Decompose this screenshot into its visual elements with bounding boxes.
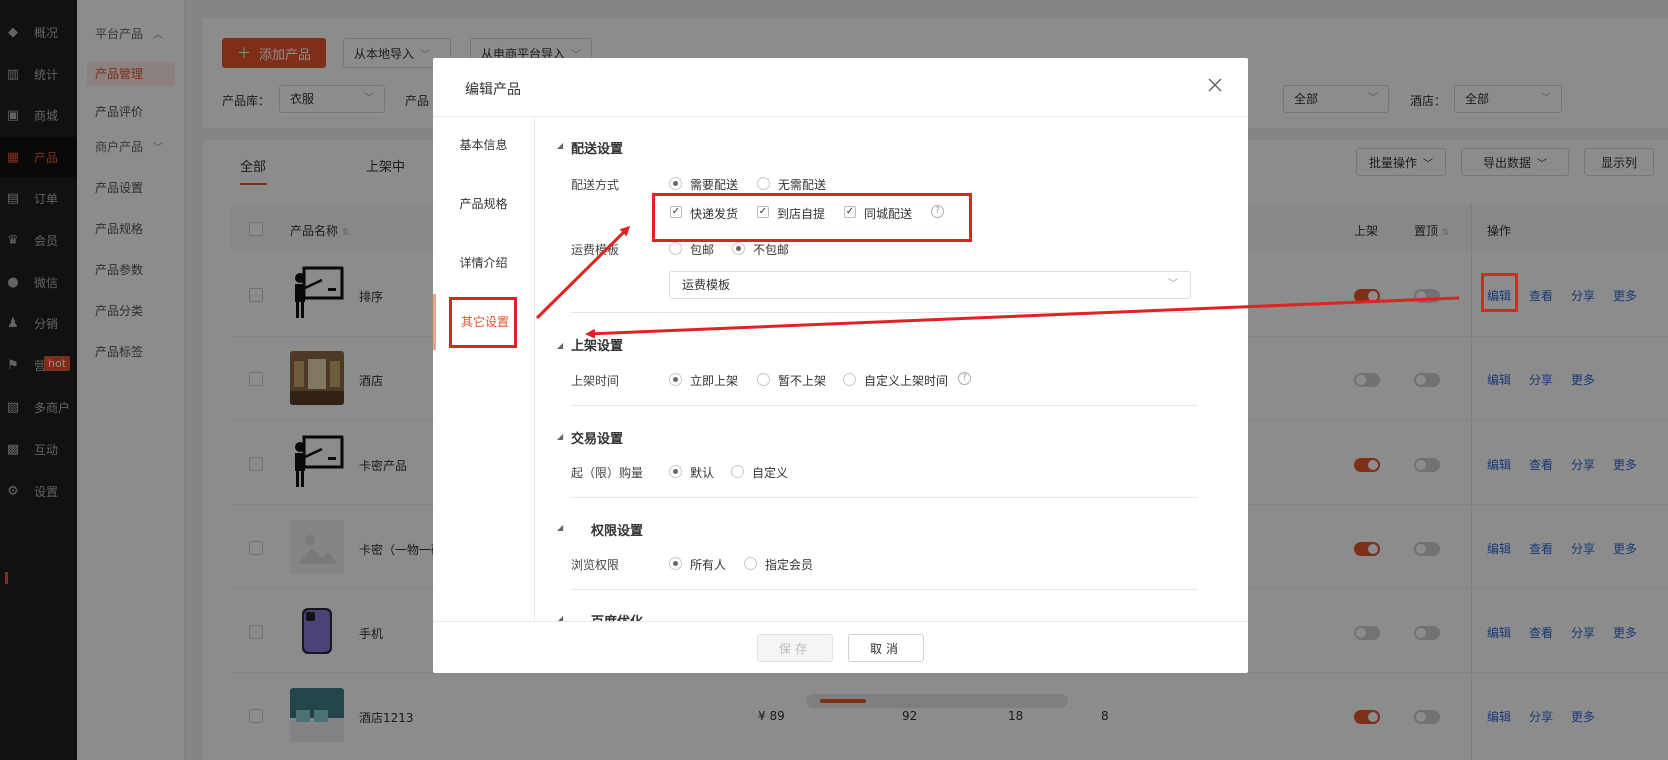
option-no-delivery: 无需配送 [778, 178, 827, 192]
purchase-qty-label: 起（限）购量 [571, 466, 644, 480]
collapse-triangle-icon[interactable]: ◢ [557, 341, 563, 350]
option-shelf-custom: 自定义上架时间 [864, 374, 949, 388]
section-divider [571, 405, 1198, 406]
modal-side-divider [534, 117, 535, 621]
option-perm-member: 指定会员 [765, 558, 814, 572]
freight-template-select[interactable]: 运费模板 ﹀ [669, 271, 1191, 299]
section-divider [571, 589, 1198, 590]
section-shelf-title: 上架设置 [571, 339, 624, 354]
section-delivery-title: 配送设置 [571, 142, 624, 157]
shelf-time-label: 上架时间 [571, 374, 620, 388]
close-button[interactable] [1204, 74, 1226, 96]
seo-section-clip: ◢ 百度优化 [535, 606, 1200, 621]
collapse-triangle-icon[interactable]: ◢ [557, 614, 563, 621]
modal-footer-divider [433, 621, 1248, 622]
modal-header-divider [433, 116, 1248, 117]
radio-qty-custom[interactable] [731, 465, 744, 478]
section-seo-title: 百度优化 [591, 611, 643, 621]
collapse-triangle-icon[interactable]: ◢ [557, 432, 563, 441]
option-paid-shipping: 不包邮 [753, 243, 790, 257]
option-perm-all: 所有人 [690, 558, 727, 572]
radio-no-delivery[interactable] [757, 177, 770, 190]
annotation-box-other-settings [449, 297, 517, 348]
option-need-delivery: 需要配送 [690, 178, 739, 192]
freight-template-label: 运费模板 [571, 243, 620, 257]
modal-title: 编辑产品 [465, 82, 521, 98]
radio-shelf-later[interactable] [757, 373, 770, 386]
annotation-box-edit [1481, 273, 1518, 312]
delivery-method-label: 配送方式 [571, 178, 620, 192]
side-tab-details[interactable]: 详情介绍 [433, 235, 534, 291]
chevron-down-icon: ﹀ [1168, 279, 1178, 290]
help-icon[interactable]: ? [958, 372, 971, 385]
save-button[interactable]: 保存 [757, 634, 833, 662]
option-free-shipping: 包邮 [690, 243, 715, 257]
option-qty-custom: 自定义 [752, 466, 789, 480]
radio-paid-shipping[interactable] [732, 242, 745, 255]
radio-shelf-custom[interactable] [843, 373, 856, 386]
select-value: 运费模板 [682, 278, 731, 292]
option-shelf-now: 立即上架 [690, 374, 739, 388]
close-icon [1208, 78, 1222, 92]
section-divider [571, 497, 1198, 498]
section-permission-title: 权限设置 [591, 524, 644, 539]
radio-perm-all[interactable] [669, 557, 682, 570]
view-permission-label: 浏览权限 [571, 558, 620, 572]
annotation-box-delivery-options [652, 193, 972, 242]
radio-need-delivery[interactable] [669, 177, 682, 190]
radio-shelf-now[interactable] [669, 373, 682, 386]
side-tab-basic-info[interactable]: 基本信息 [433, 117, 534, 173]
side-tab-spec[interactable]: 产品规格 [433, 176, 534, 232]
collapse-triangle-icon[interactable]: ◢ [557, 141, 563, 150]
option-qty-default: 默认 [690, 466, 715, 480]
section-trade-title: 交易设置 [571, 432, 624, 447]
section-divider [571, 312, 1198, 313]
cancel-button[interactable]: 取消 [848, 634, 924, 662]
radio-perm-member[interactable] [744, 557, 757, 570]
radio-qty-default[interactable] [669, 465, 682, 478]
edit-product-modal: 编辑产品 基本信息 产品规格 详情介绍 其它设置 [433, 58, 1248, 673]
radio-free-shipping[interactable] [669, 242, 682, 255]
option-shelf-later: 暂不上架 [778, 374, 827, 388]
collapse-triangle-icon[interactable]: ◢ [557, 523, 563, 532]
